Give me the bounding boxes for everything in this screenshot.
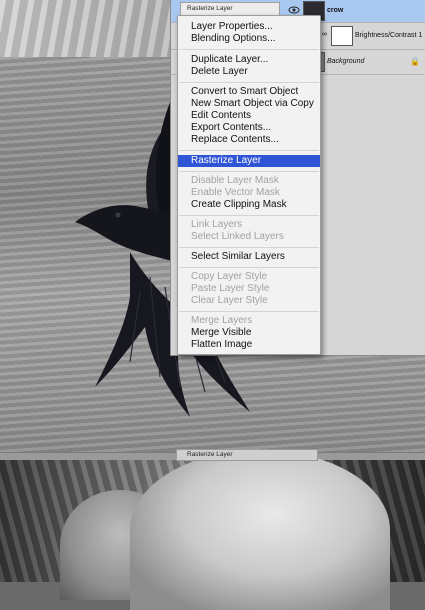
menu-item-new-smart-object-via-copy[interactable]: New Smart Object via Copy — [178, 98, 320, 110]
menu-item-export-contents[interactable]: Export Contents... — [178, 122, 320, 134]
tooltip-bottom: Rasterize Layer — [176, 449, 318, 461]
menu-item-blending-options[interactable]: Blending Options... — [178, 33, 320, 45]
menu-separator — [179, 82, 319, 83]
menu-item-duplicate-layer[interactable]: Duplicate Layer... — [178, 54, 320, 66]
menu-item-layer-properties[interactable]: Layer Properties... — [178, 21, 320, 33]
canvas-bottom-image — [0, 450, 425, 610]
menu-item-delete-layer[interactable]: Delete Layer — [178, 66, 320, 78]
menu-item-merge-layers: Merge Layers — [191, 315, 253, 326]
menu-item-select-linked-layers: Select Linked Layers — [191, 231, 284, 242]
menu-separator — [179, 49, 319, 50]
menu-separator — [179, 311, 319, 312]
menu-item-enable-vector-mask: Enable Vector Mask — [191, 187, 280, 198]
visibility-eye-icon[interactable] — [288, 5, 300, 15]
menu-item-clear-layer-style: Clear Layer Style — [191, 295, 268, 306]
shoulder-shape — [130, 450, 390, 610]
menu-item-replace-contents[interactable]: Replace Contents... — [178, 134, 320, 146]
layer-context-menu: Layer Properties... Blending Options... … — [177, 15, 321, 355]
menu-item-flatten-image[interactable]: Flatten Image — [178, 339, 320, 351]
menu-item-merge-visible[interactable]: Merge Visible — [178, 327, 320, 339]
layer-mask-thumbnail — [331, 26, 353, 46]
menu-item-copy-layer-style: Copy Layer Style — [191, 271, 268, 282]
layer-name-brightness-contrast: Brightness/Contrast 1 — [355, 32, 423, 39]
layer-name-crow: crow — [327, 7, 344, 14]
menu-item-disable-layer-mask: Disable Layer Mask — [191, 175, 279, 186]
link-chain-icon: ∞ — [322, 31, 327, 38]
lock-icon: 🔒 — [410, 57, 420, 66]
menu-item-link-layers: Link Layers — [191, 219, 243, 230]
menu-item-convert-to-smart-object[interactable]: Convert to Smart Object — [178, 86, 320, 98]
menu-item-rasterize-layer[interactable]: Rasterize Layer — [178, 155, 320, 167]
menu-item-create-clipping-mask[interactable]: Create Clipping Mask — [178, 199, 320, 211]
menu-separator — [179, 215, 319, 216]
menu-item-edit-contents[interactable]: Edit Contents — [178, 110, 320, 122]
menu-separator — [179, 267, 319, 268]
menu-separator — [179, 247, 319, 248]
layer-name-background: Background — [327, 58, 365, 65]
menu-item-paste-layer-style: Paste Layer Style — [191, 283, 270, 294]
menu-item-select-similar-layers[interactable]: Select Similar Layers — [178, 251, 320, 263]
menu-separator — [179, 150, 319, 151]
tooltip-top: Rasterize Layer — [180, 2, 280, 16]
menu-separator — [179, 171, 319, 172]
